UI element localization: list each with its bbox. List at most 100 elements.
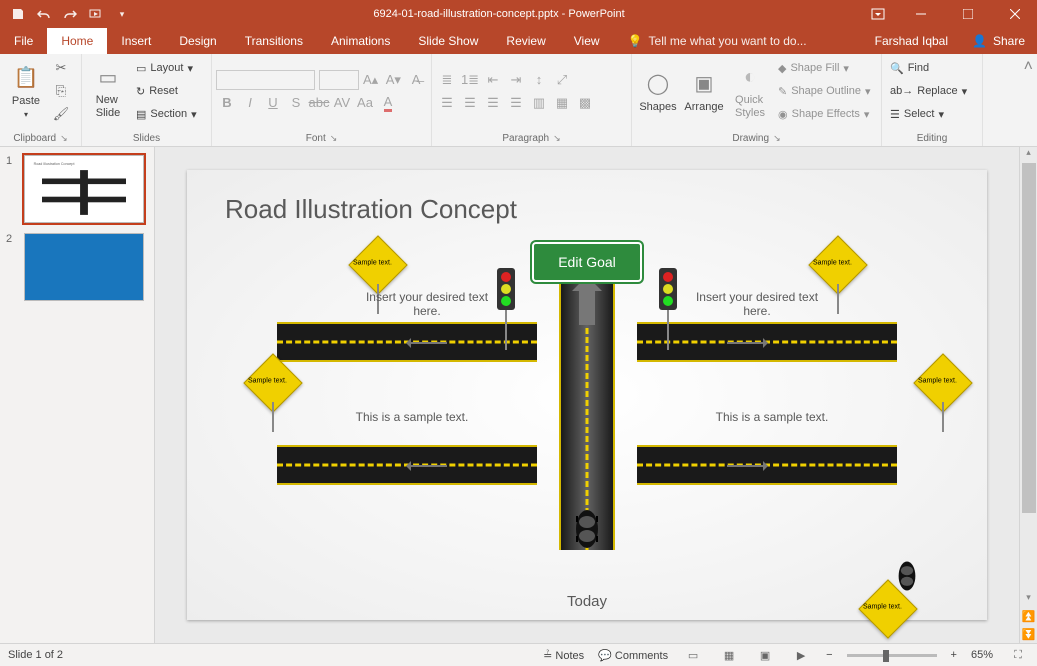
undo-icon[interactable]: [36, 6, 52, 22]
zoom-out-button[interactable]: −: [826, 649, 832, 661]
align-center-button[interactable]: ☰: [459, 92, 481, 114]
shape-effects-button[interactable]: ◉ Shape Effects ▾: [774, 103, 874, 125]
increase-indent-button[interactable]: ⇥: [505, 69, 527, 91]
traffic-light-icon[interactable]: [497, 268, 515, 310]
strikethrough-button[interactable]: abc: [308, 92, 330, 114]
shapes-button[interactable]: ◯Shapes: [636, 56, 680, 126]
select-button[interactable]: ☰ Select ▾: [886, 103, 971, 125]
zoom-slider[interactable]: [847, 654, 937, 657]
bullets-button[interactable]: ≣: [436, 69, 458, 91]
road-illustration[interactable]: Edit Goal Sample text. Sample text. Samp…: [257, 250, 917, 580]
shape-fill-button[interactable]: ◆ Shape Fill ▾: [774, 57, 874, 79]
reading-view-button[interactable]: ▣: [754, 646, 776, 664]
bold-button[interactable]: B: [216, 92, 238, 114]
cut-button[interactable]: ✂: [50, 57, 72, 79]
traffic-light-icon[interactable]: [659, 268, 677, 310]
car-icon[interactable]: [897, 560, 917, 592]
notes-button[interactable]: ≟ Notes: [543, 649, 584, 662]
prev-slide-button[interactable]: ⏫: [1020, 610, 1037, 623]
decrease-font-button[interactable]: A▾: [382, 69, 404, 91]
slide-thumbnail-2[interactable]: [24, 233, 144, 301]
tab-design[interactable]: Design: [165, 28, 230, 54]
zoom-in-button[interactable]: +: [951, 649, 957, 661]
tab-review[interactable]: Review: [492, 28, 559, 54]
align-left-button[interactable]: ☰: [436, 92, 458, 114]
user-name[interactable]: Farshad Iqbal: [863, 28, 960, 54]
change-case-button[interactable]: Aa: [354, 92, 376, 114]
paste-button[interactable]: 📋 Paste ▾: [4, 56, 48, 126]
fit-to-window-button[interactable]: ⛶: [1007, 646, 1029, 664]
format-painter-button[interactable]: 🖌: [50, 103, 72, 125]
justify-button[interactable]: ☰: [505, 92, 527, 114]
clear-formatting-button[interactable]: A̶: [405, 69, 427, 91]
slideshow-button[interactable]: ▶: [790, 646, 812, 664]
arrange-button[interactable]: ▣Arrange: [682, 56, 726, 126]
comments-button[interactable]: 💬 Comments: [598, 649, 668, 662]
align-right-button[interactable]: ☰: [482, 92, 504, 114]
char-spacing-button[interactable]: AV: [331, 92, 353, 114]
slide-sorter-button[interactable]: ▦: [718, 646, 740, 664]
slide-title[interactable]: Road Illustration Concept: [225, 194, 517, 225]
line-spacing-button[interactable]: ↕: [528, 69, 550, 91]
save-icon[interactable]: [10, 6, 26, 22]
layout-button[interactable]: ▭ Layout ▾: [132, 57, 201, 79]
slide-counter[interactable]: Slide 1 of 2: [8, 649, 63, 661]
slide-canvas[interactable]: Road Illustration Concept Edit Goal: [187, 170, 987, 620]
start-from-beginning-icon[interactable]: [88, 6, 104, 22]
reset-button[interactable]: ↻ Reset: [132, 80, 201, 102]
car-icon[interactable]: [574, 508, 600, 550]
find-button[interactable]: 🔍 Find: [886, 57, 971, 79]
minimize-button[interactable]: [898, 0, 943, 28]
font-launcher[interactable]: ↘: [330, 133, 338, 144]
replace-button[interactable]: ab→ Replace ▾: [886, 80, 971, 102]
numbering-button[interactable]: 1≣: [459, 69, 481, 91]
columns-button[interactable]: ▥: [528, 92, 550, 114]
scroll-thumb[interactable]: [1022, 163, 1036, 513]
redo-icon[interactable]: [62, 6, 78, 22]
decrease-indent-button[interactable]: ⇤: [482, 69, 504, 91]
collapse-ribbon-icon[interactable]: ˄: [1024, 58, 1033, 76]
goal-sign[interactable]: Edit Goal: [532, 242, 642, 282]
close-button[interactable]: [992, 0, 1037, 28]
new-slide-button[interactable]: ▭ New Slide: [86, 56, 130, 126]
copy-button[interactable]: ⎘: [50, 80, 72, 102]
slide-text[interactable]: Insert your desired text here.: [362, 290, 492, 318]
maximize-button[interactable]: [945, 0, 990, 28]
tab-insert[interactable]: Insert: [107, 28, 165, 54]
vertical-scrollbar[interactable]: ▴ ▾ ⏫ ⏬: [1019, 147, 1037, 643]
section-button[interactable]: ▤ Section ▾: [132, 103, 201, 125]
increase-font-button[interactable]: A▴: [360, 69, 382, 91]
font-color-button[interactable]: A: [377, 92, 399, 114]
text-direction-button[interactable]: ⤢: [551, 69, 573, 91]
tab-slide-show[interactable]: Slide Show: [404, 28, 492, 54]
shadow-button[interactable]: S: [285, 92, 307, 114]
align-text-button[interactable]: ▦: [551, 92, 573, 114]
slide-text[interactable]: Insert your desired text here.: [692, 290, 822, 318]
smartart-button[interactable]: ▩: [574, 92, 596, 114]
tell-me-search[interactable]: 💡 Tell me what you want to do...: [614, 28, 863, 54]
slide-text[interactable]: This is a sample text.: [692, 410, 852, 424]
underline-button[interactable]: U: [262, 92, 284, 114]
drawing-launcher[interactable]: ↘: [773, 133, 781, 144]
shape-outline-button[interactable]: ✎ Shape Outline ▾: [774, 80, 874, 102]
italic-button[interactable]: I: [239, 92, 261, 114]
tab-transitions[interactable]: Transitions: [231, 28, 317, 54]
tab-view[interactable]: View: [560, 28, 614, 54]
paragraph-launcher[interactable]: ↘: [553, 133, 561, 144]
clipboard-launcher[interactable]: ↘: [60, 133, 68, 144]
next-slide-button[interactable]: ⏬: [1020, 628, 1037, 641]
slide-editor[interactable]: Road Illustration Concept Edit Goal: [155, 147, 1019, 643]
today-label[interactable]: Today: [567, 593, 607, 610]
share-button[interactable]: 👤 Share: [960, 28, 1037, 54]
tab-home[interactable]: Home: [47, 28, 107, 54]
normal-view-button[interactable]: ▭: [682, 646, 704, 664]
qat-customize-icon[interactable]: ▾: [114, 6, 130, 22]
slide-text[interactable]: This is a sample text.: [332, 410, 492, 424]
quick-styles-button[interactable]: ◐Quick Styles: [728, 56, 772, 126]
titlebar: ▾ 6924-01-road-illustration-concept.pptx…: [0, 0, 1037, 28]
zoom-level[interactable]: 65%: [971, 649, 993, 661]
ribbon-display-options-icon[interactable]: [858, 8, 898, 20]
file-tab[interactable]: File: [0, 28, 47, 54]
slide-thumbnail-1[interactable]: Road Illustration Concept: [24, 155, 144, 223]
tab-animations[interactable]: Animations: [317, 28, 404, 54]
